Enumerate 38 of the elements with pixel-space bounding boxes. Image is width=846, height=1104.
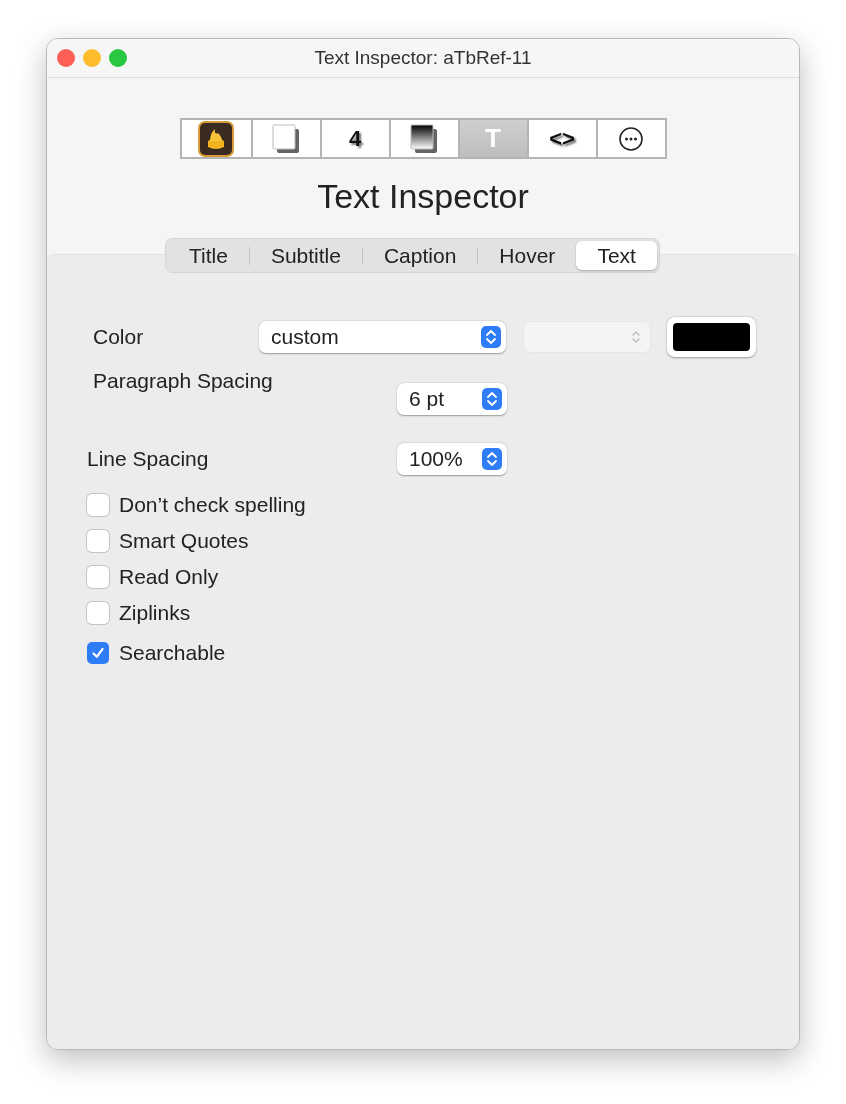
- stepper-icon: [481, 326, 501, 348]
- window-title: Text Inspector: aTbRef-11: [314, 47, 532, 69]
- color-well[interactable]: [667, 317, 756, 357]
- zoom-button[interactable]: [109, 49, 127, 67]
- toolbar-glyph: T: [485, 123, 501, 154]
- inspector-heading: Text Inspector: [317, 177, 529, 216]
- tab[interactable]: Hover: [478, 241, 577, 270]
- close-button[interactable]: [57, 49, 75, 67]
- checkbox-label: Read Only: [119, 565, 219, 589]
- checkbox-label: Ziplinks: [119, 601, 191, 625]
- field-label: Paragraph Spacing: [92, 369, 274, 393]
- toolbar-glyph: 4: [348, 125, 362, 152]
- stepper-icon: [482, 448, 502, 470]
- gradient-box-icon: [409, 122, 439, 155]
- toolbar-glyph: <>: [549, 125, 575, 152]
- popup-button[interactable]: custom: [259, 321, 506, 353]
- stepper-icon: [482, 388, 502, 410]
- field-label: Color: [92, 325, 145, 349]
- checkmark-icon: [90, 645, 106, 661]
- popup-button[interactable]: 100%: [397, 443, 507, 475]
- checkbox-label: Don’t check spelling: [119, 493, 306, 517]
- flame-icon: [198, 120, 234, 157]
- checkbox[interactable]: [87, 566, 109, 588]
- checkbox[interactable]: [87, 642, 109, 664]
- tab[interactable]: Title: [168, 241, 249, 270]
- checkbox-label: Searchable: [119, 641, 226, 665]
- checkbox[interactable]: [87, 530, 109, 552]
- checkbox[interactable]: [87, 602, 109, 624]
- tab[interactable]: Subtitle: [249, 241, 362, 270]
- more-icon: [618, 125, 644, 152]
- tab[interactable]: Text: [576, 241, 657, 270]
- checkbox[interactable]: [87, 494, 109, 516]
- popup-button[interactable]: 6 pt: [397, 383, 507, 415]
- tab[interactable]: Caption: [362, 241, 478, 270]
- field-label: Line Spacing: [87, 447, 210, 471]
- page-icon: [271, 122, 301, 155]
- checkbox-label: Smart Quotes: [119, 529, 249, 553]
- minimize-button[interactable]: [83, 49, 101, 67]
